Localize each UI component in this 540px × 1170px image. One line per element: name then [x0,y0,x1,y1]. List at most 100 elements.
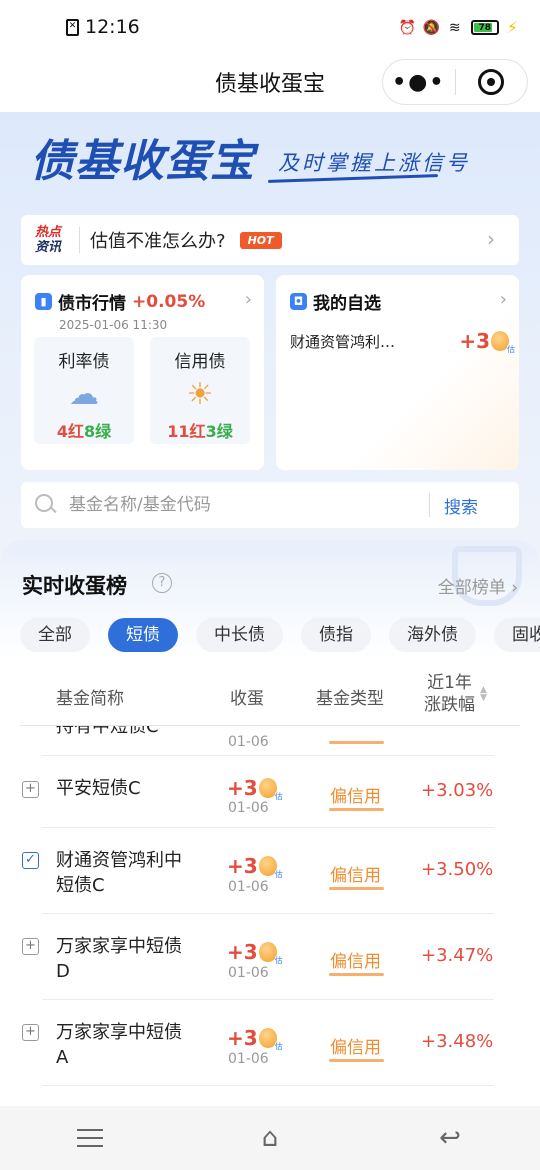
search-divider [429,493,430,517]
table-row[interactable]: + 万家家享中短债D +3 01-06 偏信用 +3.47% [0,914,540,1000]
hot-news-tag-line1: 热点 [35,225,62,240]
sort-icon[interactable]: ▲ ▼ [480,686,487,703]
favorites-header: ◘ 我的自选 [290,289,381,314]
filter-tab-all[interactable]: 全部 [20,618,90,652]
fund-date: 01-06 [228,734,269,750]
favorite-fund-eggs: +3 [459,329,515,354]
ranking-title: 实时收蛋榜 [22,574,127,598]
bond-market-change: +0.05% [132,291,206,312]
add-favorite-checkbox[interactable]: + [22,938,39,955]
add-favorite-checkbox[interactable]: + [22,1024,39,1041]
filter-tabs: 全部 短债 中长债 债指 海外债 固收 [20,618,540,652]
fund-name: 万家家享中短债D [56,936,182,982]
fund-date: 01-06 [228,800,269,816]
egg-icon [491,331,515,354]
favorites-title: 我的自选 [313,294,381,314]
rate-bond-title: 利率债 [58,352,110,372]
fund-egg-value: +3 [227,776,258,800]
table-row[interactable]: ✓ 财通资管鸿利中短债C +3 01-06 偏信用 +3.50% [0,828,540,914]
favorite-fund-name: 财通资管鸿利… [290,333,396,351]
target-icon [478,69,505,95]
more-options-button[interactable]: •●• [383,70,455,95]
help-icon[interactable]: ? [152,573,172,593]
hot-news-card[interactable]: 热点 资讯 估值不准怎么办? HOT › [21,215,519,265]
news-headline: 估值不准怎么办? [90,231,226,252]
filter-tab-bond-index[interactable]: 债指 [301,618,371,652]
bond-market-header: ▮ 债市行情 +0.05% [35,289,205,314]
title-bar: 债基收蛋宝 •●• [0,56,540,112]
chart-icon: ▮ [35,293,52,310]
hot-news-tag: 热点 资讯 [21,225,75,255]
rate-bond-card[interactable]: 利率债 ☁ 4红8绿 [34,337,134,444]
fund-name: 财通资管鸿利中短债C [56,850,182,896]
column-header-type: 基金类型 [316,689,384,709]
table-row[interactable]: + 平安短债C +3 01-06 偏信用 +3.03% [0,756,540,828]
credit-bond-counts: 11红3绿 [150,418,250,442]
rain-cloud-icon: ☁ [69,377,99,412]
type-underline [329,973,384,976]
fund-egg-value: +3 [227,940,258,964]
credit-bond-red-count: 11红 [167,422,206,441]
credit-bond-green-count: 3绿 [205,422,233,441]
my-favorites-card[interactable]: ◘ 我的自选 › 财通资管鸿利… +3 [276,275,519,470]
fund-table-body: 持有中短债C 01-06 + 平安短债C +3 01-06 偏信用 +3.03%… [0,726,540,1106]
rate-bond-green-count: 8绿 [84,422,112,441]
table-row[interactable]: 持有中短债C 01-06 [0,726,540,756]
fund-egg-value: +3 [227,1026,258,1050]
status-left: ✕ 12:16 [66,16,140,38]
type-underline [329,887,384,890]
fund-name: 万家家享中短债A [56,1022,182,1068]
column-header-eggs[interactable]: 收蛋 [230,684,264,709]
fund-type: 偏信用 [330,787,381,807]
hot-news-tag-line2: 资讯 [35,240,62,255]
battery-icon: 78 [470,20,499,35]
fund-date: 01-06 [228,965,269,981]
fund-date: 01-06 [228,1051,269,1067]
rate-bond-counts: 4红8绿 [34,418,134,442]
search-bar: 搜索 [21,482,519,528]
add-favorite-checkbox[interactable]: + [22,781,39,798]
bookmark-icon: ◘ [290,293,307,310]
sun-cloud-icon: ☀ [186,377,214,412]
fund-type: 偏信用 [330,1038,381,1058]
close-miniprogram-button[interactable] [456,69,528,95]
search-button[interactable]: 搜索 [444,493,478,518]
search-icon [35,494,57,516]
filter-tab-fixed-income[interactable]: 固收 [494,618,540,652]
system-nav-bar: ⌂ ↩ [0,1106,540,1170]
ranking-section: 实时收蛋榜 ? 全部榜单 › 全部 短债 中长债 债指 海外债 固收 基金简称 … [0,540,540,1106]
all-rankings-link[interactable]: 全部榜单 › [438,573,518,598]
filter-tab-short-bond[interactable]: 短债 [108,618,178,652]
filter-tab-mid-long-bond[interactable]: 中长债 [196,618,283,652]
sim-card-icon: ✕ [66,18,79,36]
add-favorite-checkbox[interactable]: ✓ [22,852,39,869]
chevron-right-icon: › [487,227,495,251]
table-row[interactable]: + 万家家享中短债A +3 01-06 偏信用 +3.48% [0,1000,540,1086]
all-rankings-label: 全部榜单 [437,578,506,598]
mute-icon: 🔕 [422,19,441,36]
fund-date: 01-06 [228,879,269,895]
fund-eggs: +3 [227,854,283,879]
type-underline [329,1059,384,1062]
column-header-1y-change[interactable]: 近1年 涨跌幅 [424,672,475,716]
type-underline [329,741,384,744]
filter-tab-overseas-bond[interactable]: 海外债 [389,618,476,652]
menu-button[interactable] [60,1118,120,1158]
credit-bond-title: 信用债 [174,352,226,372]
search-input[interactable] [69,495,429,515]
bond-market-card[interactable]: ▮ 债市行情 +0.05% › 2025-01-06 11:30 利率债 ☁ 4… [21,275,264,470]
fund-1y-change: +3.47% [421,945,494,966]
fund-name: 持有中短债C [56,726,159,737]
hot-badge: HOT [239,231,282,249]
wifi-icon: ≋ [448,19,461,36]
fund-egg-value: +3 [227,854,258,878]
home-button[interactable]: ⌂ [240,1118,300,1158]
menu-icon [77,1129,103,1147]
brand-logo-text: 债基收蛋宝 [30,136,255,187]
chevron-right-icon: › [499,289,507,310]
back-button[interactable]: ↩ [420,1118,480,1158]
egg-icon [258,778,283,801]
column-header-1y-line2: 涨跌幅 [424,695,475,715]
egg-icon [258,942,283,965]
credit-bond-card[interactable]: 信用债 ☀ 11红3绿 [150,337,250,444]
